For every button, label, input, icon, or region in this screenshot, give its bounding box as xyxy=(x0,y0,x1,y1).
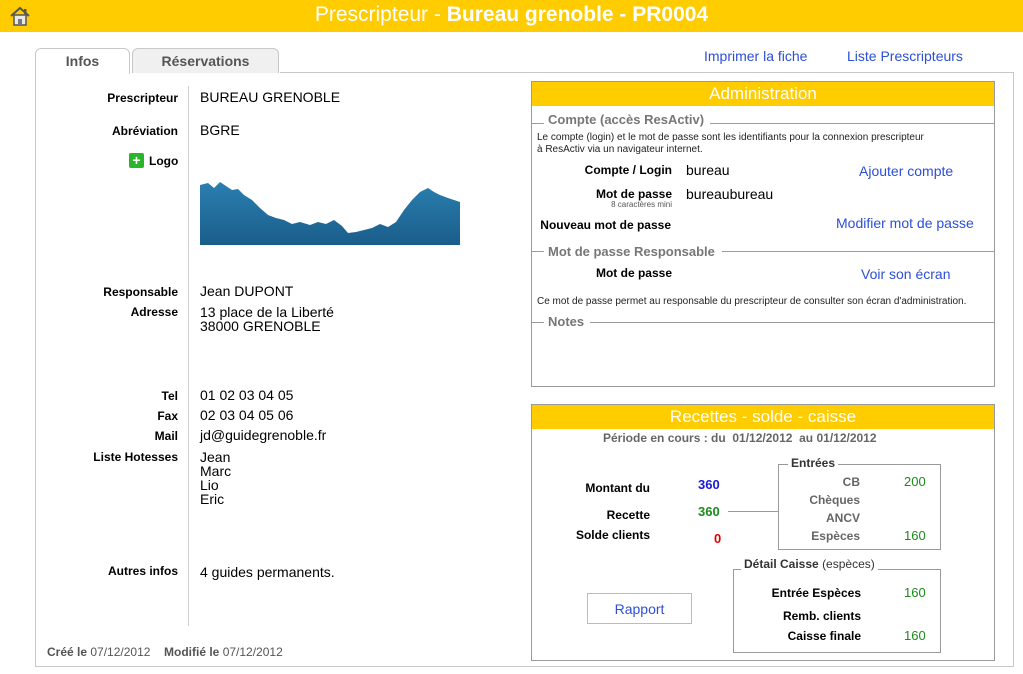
solde-label: Solde clients xyxy=(575,528,650,542)
periode-to: 01/12/2012 xyxy=(816,431,877,445)
tel-label: Tel xyxy=(161,389,178,403)
responsable-password-label: Mot de passe xyxy=(595,266,672,280)
title-main: Bureau grenoble - PR0004 xyxy=(446,3,709,26)
section-line xyxy=(722,251,994,252)
fax-label: Fax xyxy=(157,409,178,423)
responsable-label: Responsable xyxy=(103,285,178,299)
hotesse-item: Jean xyxy=(200,449,231,465)
add-account-link[interactable]: Ajouter compte xyxy=(859,163,953,179)
mail-label: Mail xyxy=(154,429,178,443)
created-date: 07/12/2012 xyxy=(90,645,151,659)
see-screen-link[interactable]: Voir son écran xyxy=(861,266,951,282)
section-line xyxy=(532,322,544,323)
solde-value: 0 xyxy=(714,531,722,546)
tab-infos[interactable]: Infos xyxy=(35,48,130,74)
section-line xyxy=(532,251,544,252)
connector-line xyxy=(728,511,778,512)
hotesse-item: Eric xyxy=(200,491,225,507)
responsable-section-title: Mot de passe Responsable xyxy=(548,244,715,259)
autres-infos-label: Autres infos xyxy=(107,564,178,578)
prescripteur-value: BUREAU GRENOBLE xyxy=(200,89,341,105)
especes-value: 160 xyxy=(904,528,926,543)
periode-from: 01/12/2012 xyxy=(732,431,793,445)
modify-password-link[interactable]: Modifier mot de passe xyxy=(836,215,974,231)
modified-label: Modifié le xyxy=(164,645,220,659)
montant-value: 360 xyxy=(698,477,720,492)
created-label: Créé le xyxy=(47,645,88,659)
autres-infos-value: 4 guides permanents. xyxy=(200,564,335,580)
mail-value[interactable]: jd@guidegrenoble.fr xyxy=(200,428,326,442)
compte-description-2: à ResActiv via un navigateur internet. xyxy=(537,144,703,155)
abreviation-value: BGRE xyxy=(200,122,240,138)
password-label: Mot de passe xyxy=(595,187,672,201)
rapport-button[interactable]: Rapport xyxy=(587,593,692,624)
column-divider xyxy=(188,86,189,626)
recette-label: Recette xyxy=(606,508,650,522)
modified-info: Modifié le 07/12/2012 xyxy=(164,645,283,659)
cb-label: CB xyxy=(842,475,860,489)
created-info: Créé le 07/12/2012 xyxy=(47,645,150,659)
detail-caisse-title: Détail Caisse (espèces) xyxy=(741,557,878,571)
adresse-line1: 13 place de la Liberté xyxy=(200,304,334,320)
add-logo-icon[interactable]: + xyxy=(129,153,144,168)
tab-reservations[interactable]: Réservations xyxy=(132,48,279,73)
caisse-finale-value: 160 xyxy=(904,628,926,643)
adresse-line2: 38000 GRENOBLE xyxy=(200,318,321,334)
responsable-value: Jean DUPONT xyxy=(200,283,294,299)
periode-label: Période en cours : du xyxy=(603,431,726,445)
password-hint: 8 caractères mini xyxy=(611,200,672,209)
password-value: bureaubureau xyxy=(686,186,774,202)
periode-line: Période en cours : du 01/12/2012 au 01/1… xyxy=(603,431,877,445)
especes-label: Espèces xyxy=(811,529,860,543)
recette-value: 360 xyxy=(698,504,720,519)
hotesse-item: Lio xyxy=(200,477,219,493)
cb-value: 200 xyxy=(904,474,926,489)
abreviation-label: Abréviation xyxy=(111,124,178,138)
entrees-title: Entrées xyxy=(788,456,839,470)
section-line xyxy=(590,322,994,323)
entree-especes-label: Entrée Espèces xyxy=(771,586,861,600)
prescripteur-label: Prescripteur xyxy=(107,91,178,105)
compte-description-1: Le compte (login) et le mot de passe son… xyxy=(537,132,924,143)
caisse-finale-label: Caisse finale xyxy=(787,629,861,643)
fax-value: 02 03 04 05 06 xyxy=(200,407,294,423)
responsable-description: Ce mot de passe permet au responsable du… xyxy=(537,296,967,307)
notes-section-title: Notes xyxy=(548,314,585,329)
tel-value: 01 02 03 04 05 xyxy=(200,387,294,403)
modified-date: 07/12/2012 xyxy=(222,645,283,659)
detail-title: Détail Caisse xyxy=(744,557,819,571)
page-title: Prescripteur - Bureau grenoble - PR0004 xyxy=(0,0,1023,32)
recettes-title: Recettes - solde - caisse xyxy=(532,405,994,429)
hotesse-item: Marc xyxy=(200,463,232,479)
remb-clients-label: Remb. clients xyxy=(782,609,861,623)
home-icon[interactable] xyxy=(9,6,31,26)
new-password-label: Nouveau mot de passe xyxy=(540,218,671,232)
hotesses-label: Liste Hotesses xyxy=(93,450,178,464)
entree-especes-value: 160 xyxy=(904,585,926,600)
montant-label: Montant du xyxy=(585,481,650,495)
print-sheet-link[interactable]: Imprimer la fiche xyxy=(704,48,807,64)
administration-title: Administration xyxy=(532,82,994,106)
adresse-label: Adresse xyxy=(130,305,178,319)
section-line xyxy=(710,123,994,124)
login-value: bureau xyxy=(686,162,730,178)
logo-image xyxy=(200,180,460,245)
logo-label: Logo xyxy=(149,154,179,168)
section-line xyxy=(532,123,544,124)
login-label: Compte / Login xyxy=(584,163,672,177)
detail-subtitle: (espèces) xyxy=(822,557,875,571)
compte-section-title: Compte (accès ResActiv) xyxy=(548,112,705,127)
title-prefix: Prescripteur - xyxy=(314,3,447,26)
ancv-label: ANCV xyxy=(825,511,860,525)
prescripteurs-list-link[interactable]: Liste Prescripteurs xyxy=(847,48,963,64)
periode-to-label: au xyxy=(799,431,814,445)
cheques-label: Chèques xyxy=(809,493,860,507)
